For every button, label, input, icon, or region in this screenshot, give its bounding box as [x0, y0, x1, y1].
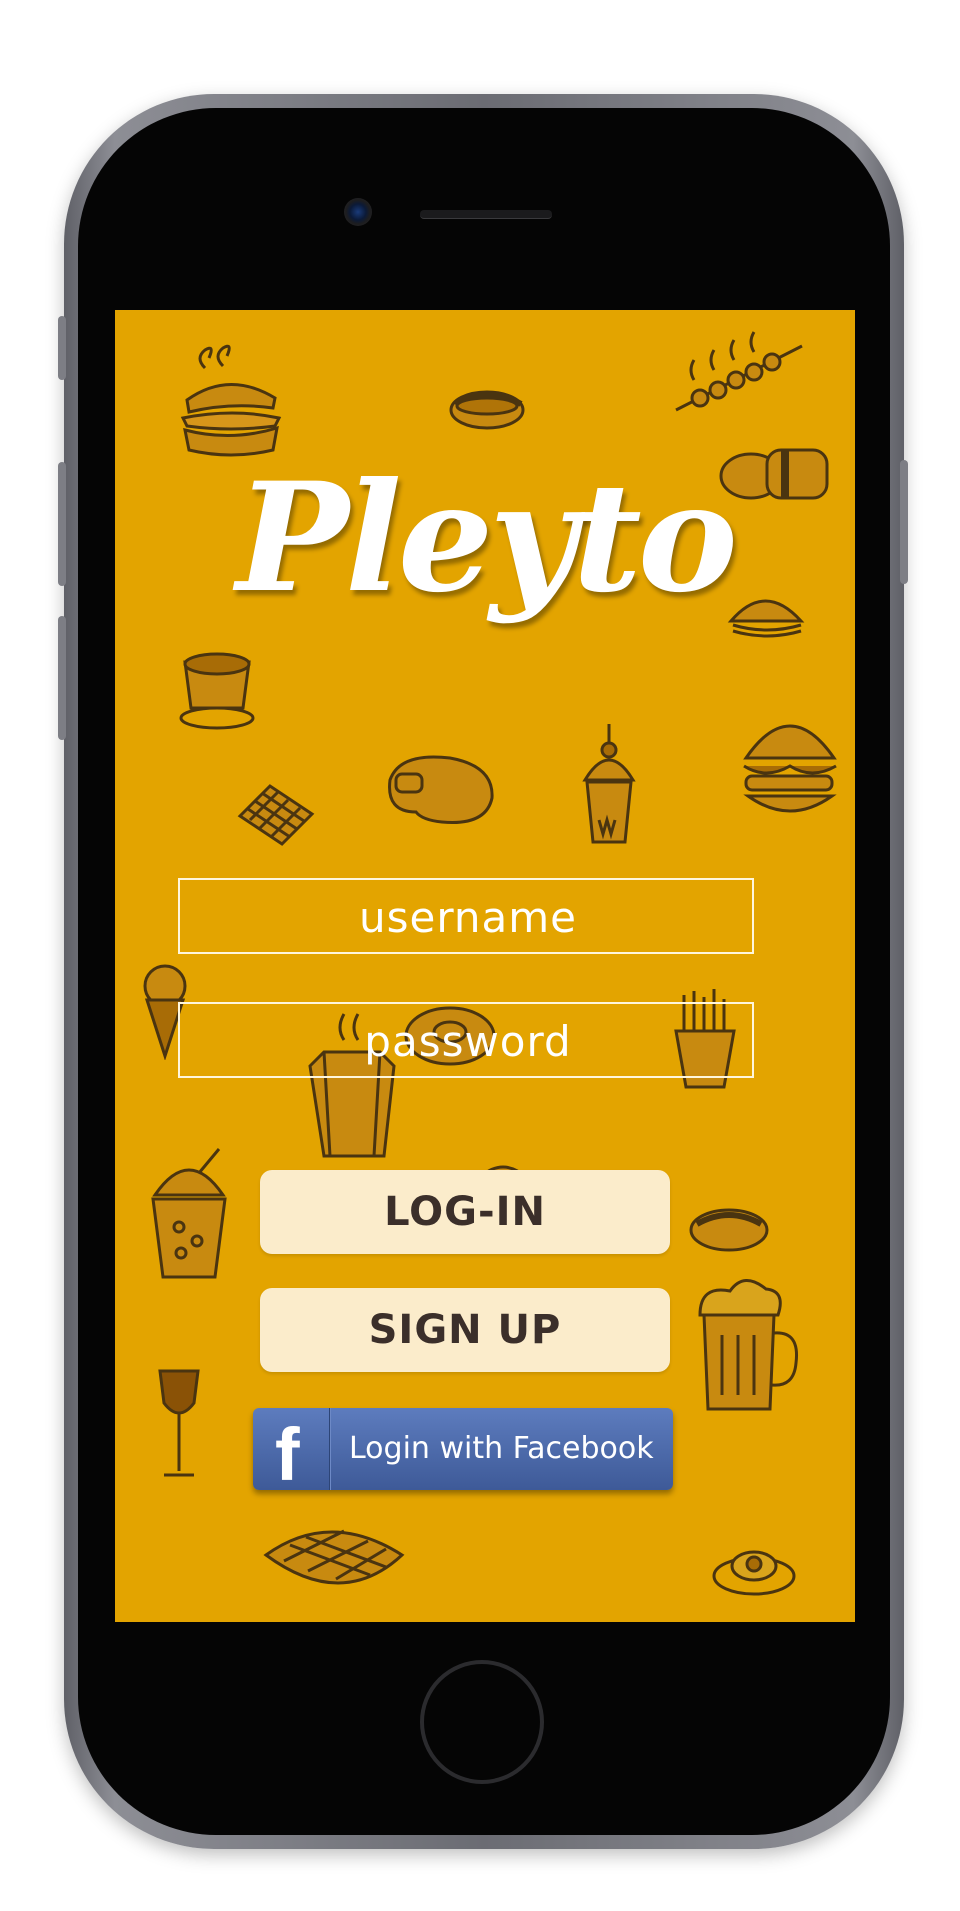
earpiece-speaker [420, 210, 552, 219]
coffee-cup-icon [175, 652, 265, 732]
front-camera [344, 198, 372, 226]
facebook-login-label: Login with Facebook [349, 1431, 654, 1466]
waffle-icon [230, 780, 320, 850]
sandwich-icon [175, 338, 285, 468]
volume-down-button [58, 616, 66, 740]
beer-mug-icon [690, 1275, 800, 1415]
home-button[interactable] [420, 1660, 544, 1784]
login-button[interactable]: LOG-IN [260, 1170, 670, 1254]
hotdog-icon [445, 370, 535, 440]
skewer-icon [670, 330, 810, 420]
smoothie-icon [145, 1145, 235, 1285]
steak-icon [380, 750, 500, 830]
egg-plate-icon [710, 1540, 800, 1600]
username-input[interactable] [180, 880, 756, 954]
username-field[interactable] [178, 878, 756, 954]
signup-button[interactable]: SIGN UP [260, 1288, 670, 1372]
waffle-plate-icon [260, 1515, 410, 1605]
burger-icon [740, 718, 840, 828]
hotdog-plate-icon [685, 1190, 775, 1260]
mute-switch [58, 316, 66, 380]
password-input[interactable] [180, 1004, 756, 1078]
facebook-icon: f [275, 1413, 300, 1491]
app-logo: Pleyto [236, 450, 738, 626]
facebook-icon-box: f [253, 1408, 330, 1490]
password-field[interactable] [178, 1002, 756, 1078]
volume-up-button [58, 462, 66, 586]
sundae-icon [575, 720, 645, 850]
power-button [900, 460, 908, 584]
login-screen: Pleyto LOG-IN SIGN UP f Login with Faceb… [115, 310, 855, 1622]
wine-glass-icon [150, 1365, 210, 1485]
facebook-login-button[interactable]: f Login with Facebook [253, 1408, 673, 1490]
